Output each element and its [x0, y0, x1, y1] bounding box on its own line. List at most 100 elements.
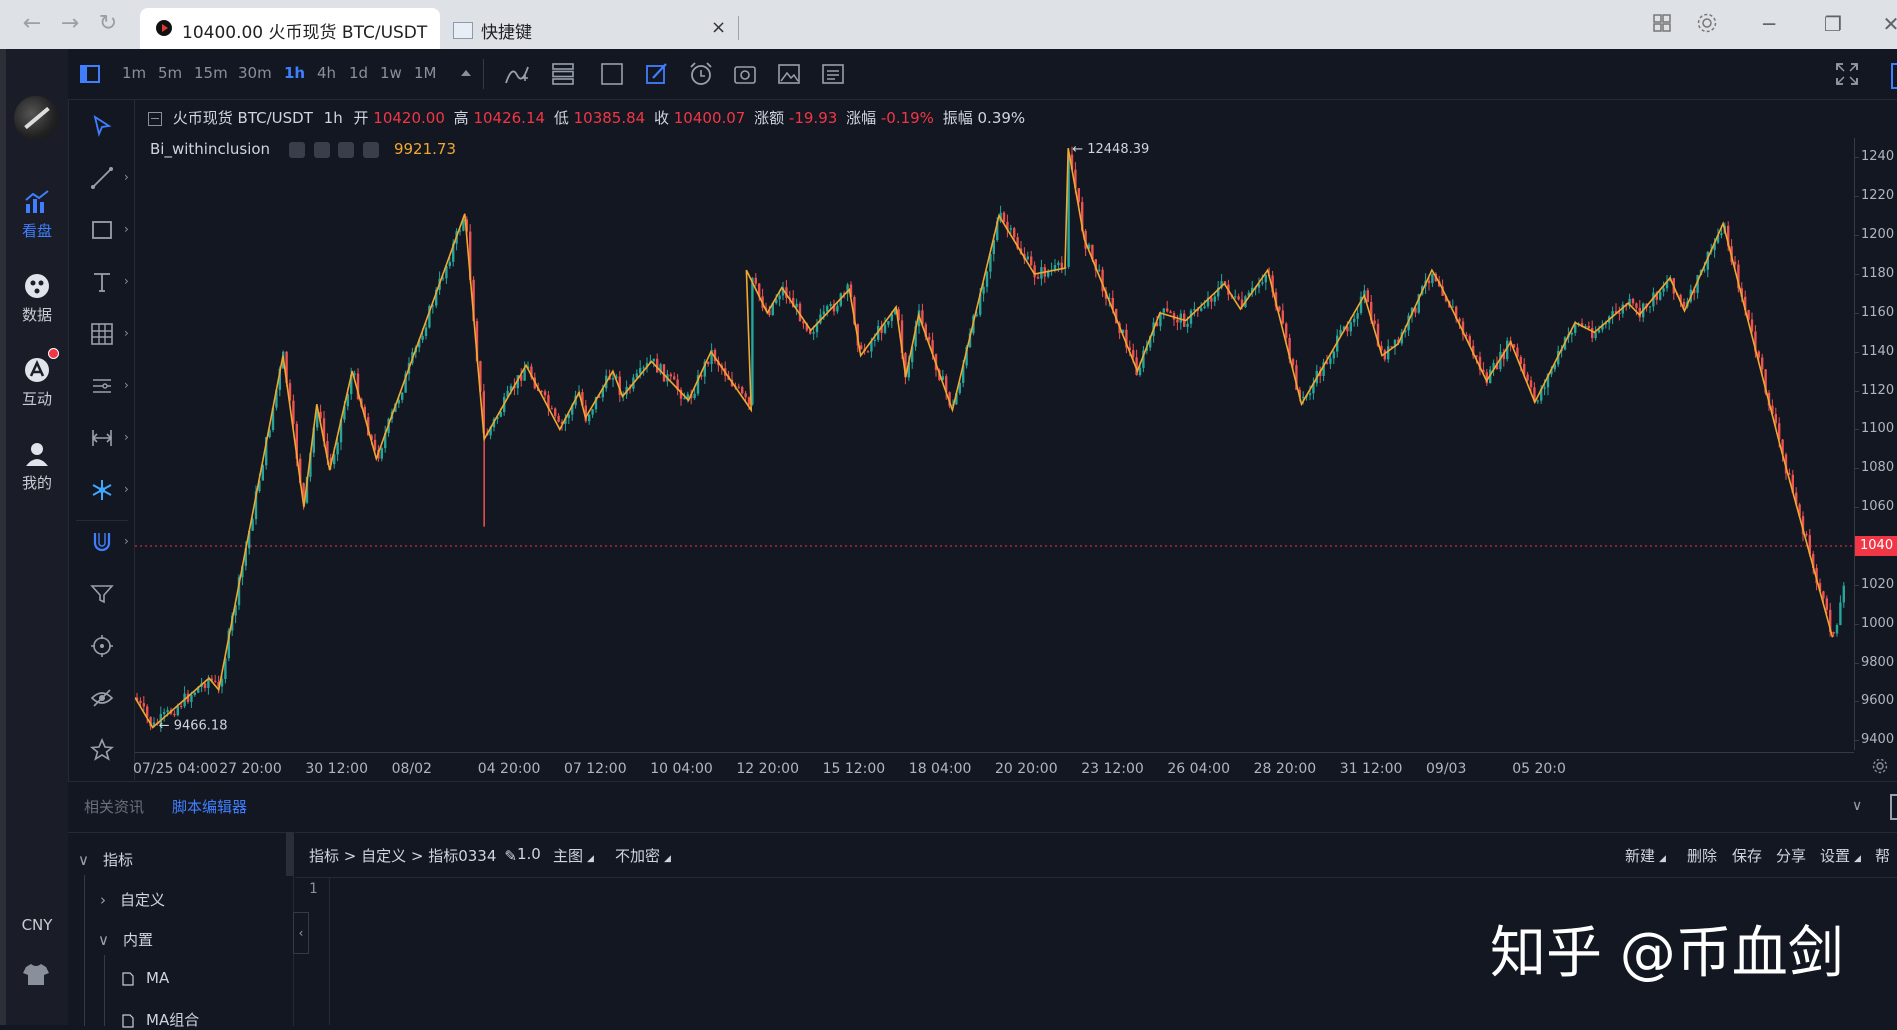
- data-window-icon[interactable]: [820, 61, 846, 87]
- grid-expand-icon[interactable]: ›: [124, 326, 129, 340]
- image-snapshot-icon[interactable]: [776, 61, 802, 87]
- tree-item-ma-combo[interactable]: MA组合: [122, 1009, 199, 1030]
- high-label: 高: [453, 109, 469, 127]
- indicator-curve-icon[interactable]: [504, 61, 530, 87]
- alarm-icon[interactable]: [688, 61, 714, 87]
- time-axis[interactable]: 07/25 04:00 27 20:00 30 12:00 08/02 04 20:00…: [133, 752, 1854, 781]
- nav-item-community[interactable]: 互动: [6, 356, 68, 409]
- share-camera-icon[interactable]: [732, 61, 758, 87]
- timeframe-1d[interactable]: 1d: [349, 64, 368, 82]
- theme-shirt-icon[interactable]: [22, 962, 50, 990]
- text-expand-icon[interactable]: ›: [124, 274, 129, 288]
- timeframe-more-icon[interactable]: [461, 70, 471, 76]
- timeframe-1w[interactable]: 1w: [380, 64, 402, 82]
- trend-line-expand-icon[interactable]: ›: [124, 170, 129, 184]
- cursor-icon[interactable]: [90, 114, 114, 138]
- lines-expand-icon[interactable]: ›: [124, 378, 129, 392]
- collapse-icon[interactable]: [148, 111, 162, 126]
- filter-drawings-icon[interactable]: [90, 582, 114, 606]
- symbol-name[interactable]: 火币现货 BTC/USDT: [173, 109, 313, 127]
- price-axis[interactable]: 1240 1220 1200 1180 1160 1140 1120 1100 1080 1060…: [1854, 138, 1897, 750]
- text-tool-icon[interactable]: [90, 270, 114, 294]
- candle-body: [1703, 269, 1706, 271]
- timeframe-15m[interactable]: 15m: [194, 64, 228, 82]
- tree-item-custom[interactable]: › 自定义: [100, 889, 165, 910]
- restore-icon[interactable]: ❐: [1818, 12, 1848, 36]
- trend-line-icon[interactable]: [90, 166, 114, 190]
- tree-scrollbar[interactable]: [286, 832, 294, 876]
- share-button[interactable]: 分享: [1776, 845, 1806, 866]
- rectangle-icon[interactable]: [90, 218, 114, 242]
- help-button[interactable]: 帮: [1875, 845, 1890, 866]
- avatar[interactable]: [14, 96, 58, 140]
- open-value: 10420.00: [373, 109, 445, 127]
- nav-item-data[interactable]: 数据: [6, 272, 68, 325]
- tree-item-builtin[interactable]: ∨ 内置: [98, 929, 153, 950]
- tab-news[interactable]: 相关资讯: [84, 796, 144, 817]
- grid-fib-icon[interactable]: [90, 322, 114, 346]
- candle-body: [1526, 374, 1529, 381]
- panel-edge-icon[interactable]: [1890, 794, 1897, 820]
- candle-body: [1458, 318, 1461, 322]
- drawing-edit-icon[interactable]: [644, 61, 670, 87]
- minimize-icon[interactable]: ─: [1754, 12, 1784, 36]
- candle-body: [1098, 269, 1101, 271]
- candle-body: [1013, 228, 1016, 238]
- collapse-panel-icon[interactable]: ∨: [1852, 798, 1862, 814]
- extensions-icon[interactable]: [1652, 13, 1672, 37]
- favorite-star-icon[interactable]: [90, 738, 114, 762]
- timeframe-30m[interactable]: 30m: [238, 64, 272, 82]
- encrypt-dropdown[interactable]: 不加密 ◢: [615, 845, 671, 866]
- timeframe-1m[interactable]: 1m: [122, 64, 146, 82]
- axis-settings-icon[interactable]: [1872, 758, 1888, 774]
- snowflake-icon[interactable]: [90, 478, 114, 502]
- settings-button[interactable]: 设置 ◢: [1820, 845, 1861, 866]
- new-script-button[interactable]: 新建 ◢: [1625, 845, 1666, 866]
- nav-item-profile[interactable]: 我的: [6, 440, 68, 493]
- script-version: 1.0: [517, 845, 541, 863]
- timeframe-1M[interactable]: 1M: [414, 64, 437, 82]
- chart-mode-dropdown[interactable]: 主图 ◢: [553, 845, 594, 866]
- timeframe-4h[interactable]: 4h: [317, 64, 336, 82]
- measure-expand-icon[interactable]: ›: [124, 430, 129, 444]
- forward-icon[interactable]: →: [56, 10, 84, 38]
- timeframe-5m[interactable]: 5m: [158, 64, 182, 82]
- edit-pencil-icon[interactable]: ✎: [504, 847, 517, 865]
- parallel-lines-icon[interactable]: [90, 374, 114, 398]
- nav-label: 看盘: [21, 222, 52, 240]
- timeframe-1h[interactable]: 1h: [284, 64, 305, 82]
- rectangle-expand-icon[interactable]: ›: [124, 222, 129, 236]
- save-button[interactable]: 保存: [1732, 845, 1762, 866]
- snowflake-expand-icon[interactable]: ›: [124, 482, 129, 496]
- hide-drawings-icon[interactable]: [90, 686, 114, 710]
- browser-tab[interactable]: 快捷键 ×: [445, 8, 735, 49]
- y-tick-label: 1140: [1861, 343, 1895, 359]
- delete-button[interactable]: 删除: [1687, 845, 1717, 866]
- y-tick-mark: [1855, 196, 1859, 198]
- window-close-icon[interactable]: ✕: [1876, 12, 1897, 36]
- currency-selector[interactable]: CNY: [6, 916, 68, 934]
- nav-item-chart[interactable]: 看盘: [6, 188, 68, 241]
- candle-body: [1349, 322, 1352, 332]
- back-icon[interactable]: ←: [18, 10, 46, 38]
- reload-icon[interactable]: ↻: [94, 10, 122, 38]
- fullscreen-icon[interactable]: [1834, 61, 1860, 87]
- layout-rows-icon[interactable]: [550, 61, 576, 87]
- tab-script-editor[interactable]: 脚本编辑器: [172, 796, 247, 817]
- panel-toggle-icon[interactable]: [1891, 63, 1897, 89]
- amp-label: 振幅: [942, 109, 973, 127]
- measure-icon[interactable]: [90, 426, 114, 450]
- layout-toggle-icon[interactable]: [80, 65, 100, 83]
- single-layout-icon[interactable]: [599, 61, 625, 87]
- x-tick-label: 10 04:00: [650, 761, 713, 777]
- settings-gear-icon[interactable]: [1696, 12, 1718, 38]
- magnet-expand-icon[interactable]: ›: [124, 534, 129, 548]
- locate-icon[interactable]: [90, 634, 114, 658]
- tree-item-ma[interactable]: MA: [122, 969, 169, 987]
- browser-tab-active[interactable]: 10400.00 火币现货 BTC/USDT: [140, 8, 440, 49]
- close-tab-icon[interactable]: ×: [711, 17, 726, 38]
- price-chart[interactable]: ← 12448.39 ← 9466.18: [135, 138, 1854, 750]
- tree-item-indicators[interactable]: ∨ 指标: [78, 849, 133, 870]
- candle-body: [1662, 288, 1665, 292]
- magnet-icon[interactable]: [90, 530, 114, 554]
